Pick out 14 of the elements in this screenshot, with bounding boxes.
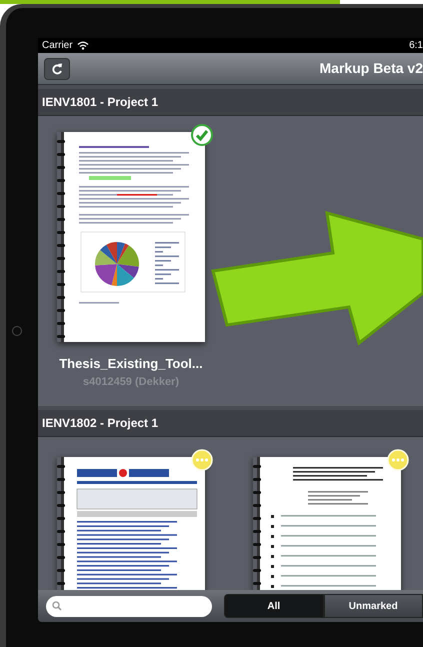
filter-segment[interactable]: Unmarked (324, 594, 423, 618)
section-header: IENV1802 - Project 1 (38, 410, 423, 437)
refresh-icon (51, 62, 63, 74)
refresh-button[interactable] (44, 58, 70, 80)
wifi-icon (76, 41, 89, 50)
search-field[interactable] (46, 596, 212, 616)
document-title: Thesis_Existing_Tool... (59, 355, 203, 373)
search-icon (52, 601, 62, 611)
filter-segment[interactable]: All (224, 594, 324, 618)
clock-label: 6:1 (409, 39, 423, 53)
carrier-label: Carrier (42, 39, 73, 53)
camera-icon (12, 326, 22, 336)
section-header: IENV1801 - Project 1 (38, 89, 423, 116)
navigation-title: Markup Beta v2 (320, 59, 423, 78)
